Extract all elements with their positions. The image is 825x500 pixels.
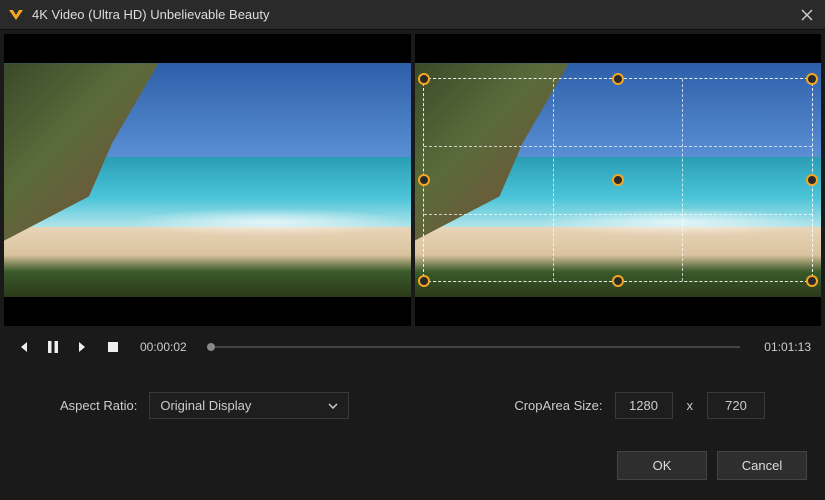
crop-handle-bottom-right[interactable] (806, 275, 818, 287)
next-frame-button[interactable] (74, 338, 92, 356)
crop-handle-top-left[interactable] (418, 73, 430, 85)
preview-area (0, 30, 825, 326)
crop-width-input[interactable]: 1280 (615, 392, 673, 419)
window-title: 4K Video (Ultra HD) Unbelievable Beauty (32, 7, 797, 22)
original-preview-pane (4, 34, 411, 326)
total-duration: 01:01:13 (764, 340, 811, 354)
playback-controls: 00:00:02 01:01:13 (0, 326, 825, 374)
crop-handle-right[interactable] (806, 174, 818, 186)
cancel-button[interactable]: Cancel (717, 451, 807, 480)
dimension-separator: x (687, 398, 694, 413)
seek-bar[interactable] (211, 346, 741, 348)
titlebar: 4K Video (Ultra HD) Unbelievable Beauty (0, 0, 825, 30)
prev-frame-button[interactable] (14, 338, 32, 356)
aspect-ratio-value: Original Display (160, 398, 251, 413)
aspect-ratio-select[interactable]: Original Display (149, 392, 349, 419)
video-frame-original (4, 63, 411, 297)
app-logo-icon (8, 7, 24, 23)
step-back-icon (16, 340, 30, 354)
step-forward-icon (76, 340, 90, 354)
current-time: 00:00:02 (140, 340, 187, 354)
crop-handle-bottom-left[interactable] (418, 275, 430, 287)
aspect-ratio-label: Aspect Ratio: (60, 398, 137, 413)
pause-icon (47, 340, 59, 354)
close-button[interactable] (797, 5, 817, 25)
ok-button[interactable]: OK (617, 451, 707, 480)
crop-handle-bottom[interactable] (612, 275, 624, 287)
crop-handle-left[interactable] (418, 174, 430, 186)
chevron-down-icon (328, 403, 338, 409)
crop-handle-center[interactable] (612, 174, 624, 186)
dialog-footer: OK Cancel (0, 437, 825, 494)
seek-handle[interactable] (207, 343, 215, 351)
crop-handle-top-right[interactable] (806, 73, 818, 85)
croparea-size-label: CropArea Size: (514, 398, 602, 413)
crop-height-input[interactable]: 720 (707, 392, 765, 419)
crop-preview-pane[interactable] (415, 34, 822, 326)
crop-settings-row: Aspect Ratio: Original Display CropArea … (0, 374, 825, 437)
pause-button[interactable] (44, 338, 62, 356)
stop-icon (107, 341, 119, 353)
crop-handle-top[interactable] (612, 73, 624, 85)
close-icon (801, 9, 813, 21)
stop-button[interactable] (104, 338, 122, 356)
